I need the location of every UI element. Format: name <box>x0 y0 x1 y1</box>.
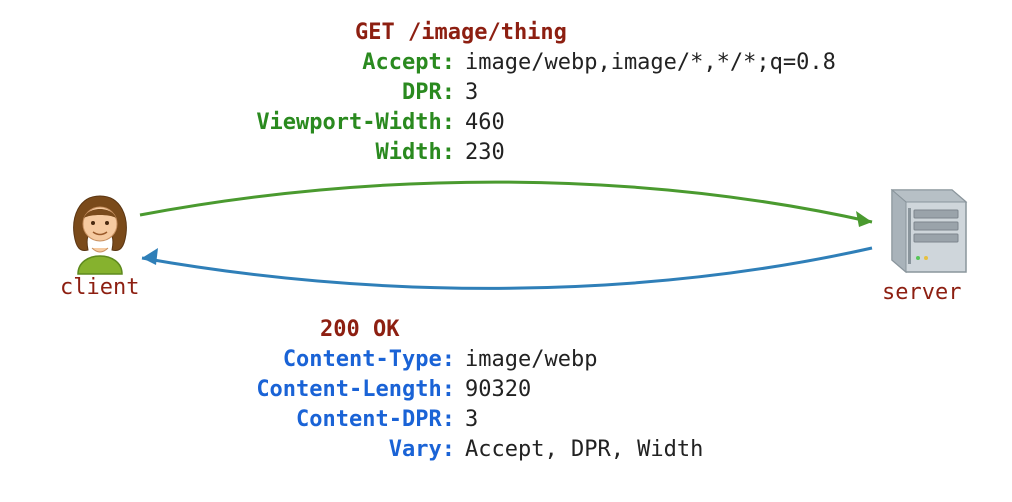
http-request-header: Viewport-Width:460 <box>0 108 1012 138</box>
client-label: client <box>60 275 139 300</box>
server-icon <box>892 190 966 272</box>
http-response-header: Content-DPR:3 <box>0 405 1012 435</box>
http-client-hints-diagram: GET /image/thing Accept:image/webp,image… <box>0 0 1012 502</box>
client-icon <box>74 196 127 274</box>
request-arrow <box>140 182 872 227</box>
http-request-line: GET /image/thing <box>0 18 1012 48</box>
response-arrow <box>142 248 872 288</box>
http-response-header: Vary:Accept, DPR, Width <box>0 435 1012 465</box>
http-response-header: Content-Length:90320 <box>0 375 1012 405</box>
http-response-line: 200 OK <box>0 315 1012 345</box>
server-label: server <box>882 280 961 305</box>
http-request-header: Accept:image/webp,image/*,*/*;q=0.8 <box>0 48 1012 78</box>
http-response-block: 200 OK Content-Type:image/webp Content-L… <box>0 315 1012 465</box>
http-request-header: DPR:3 <box>0 78 1012 108</box>
http-request-block: GET /image/thing Accept:image/webp,image… <box>0 18 1012 168</box>
http-response-header: Content-Type:image/webp <box>0 345 1012 375</box>
http-request-header: Width:230 <box>0 138 1012 168</box>
